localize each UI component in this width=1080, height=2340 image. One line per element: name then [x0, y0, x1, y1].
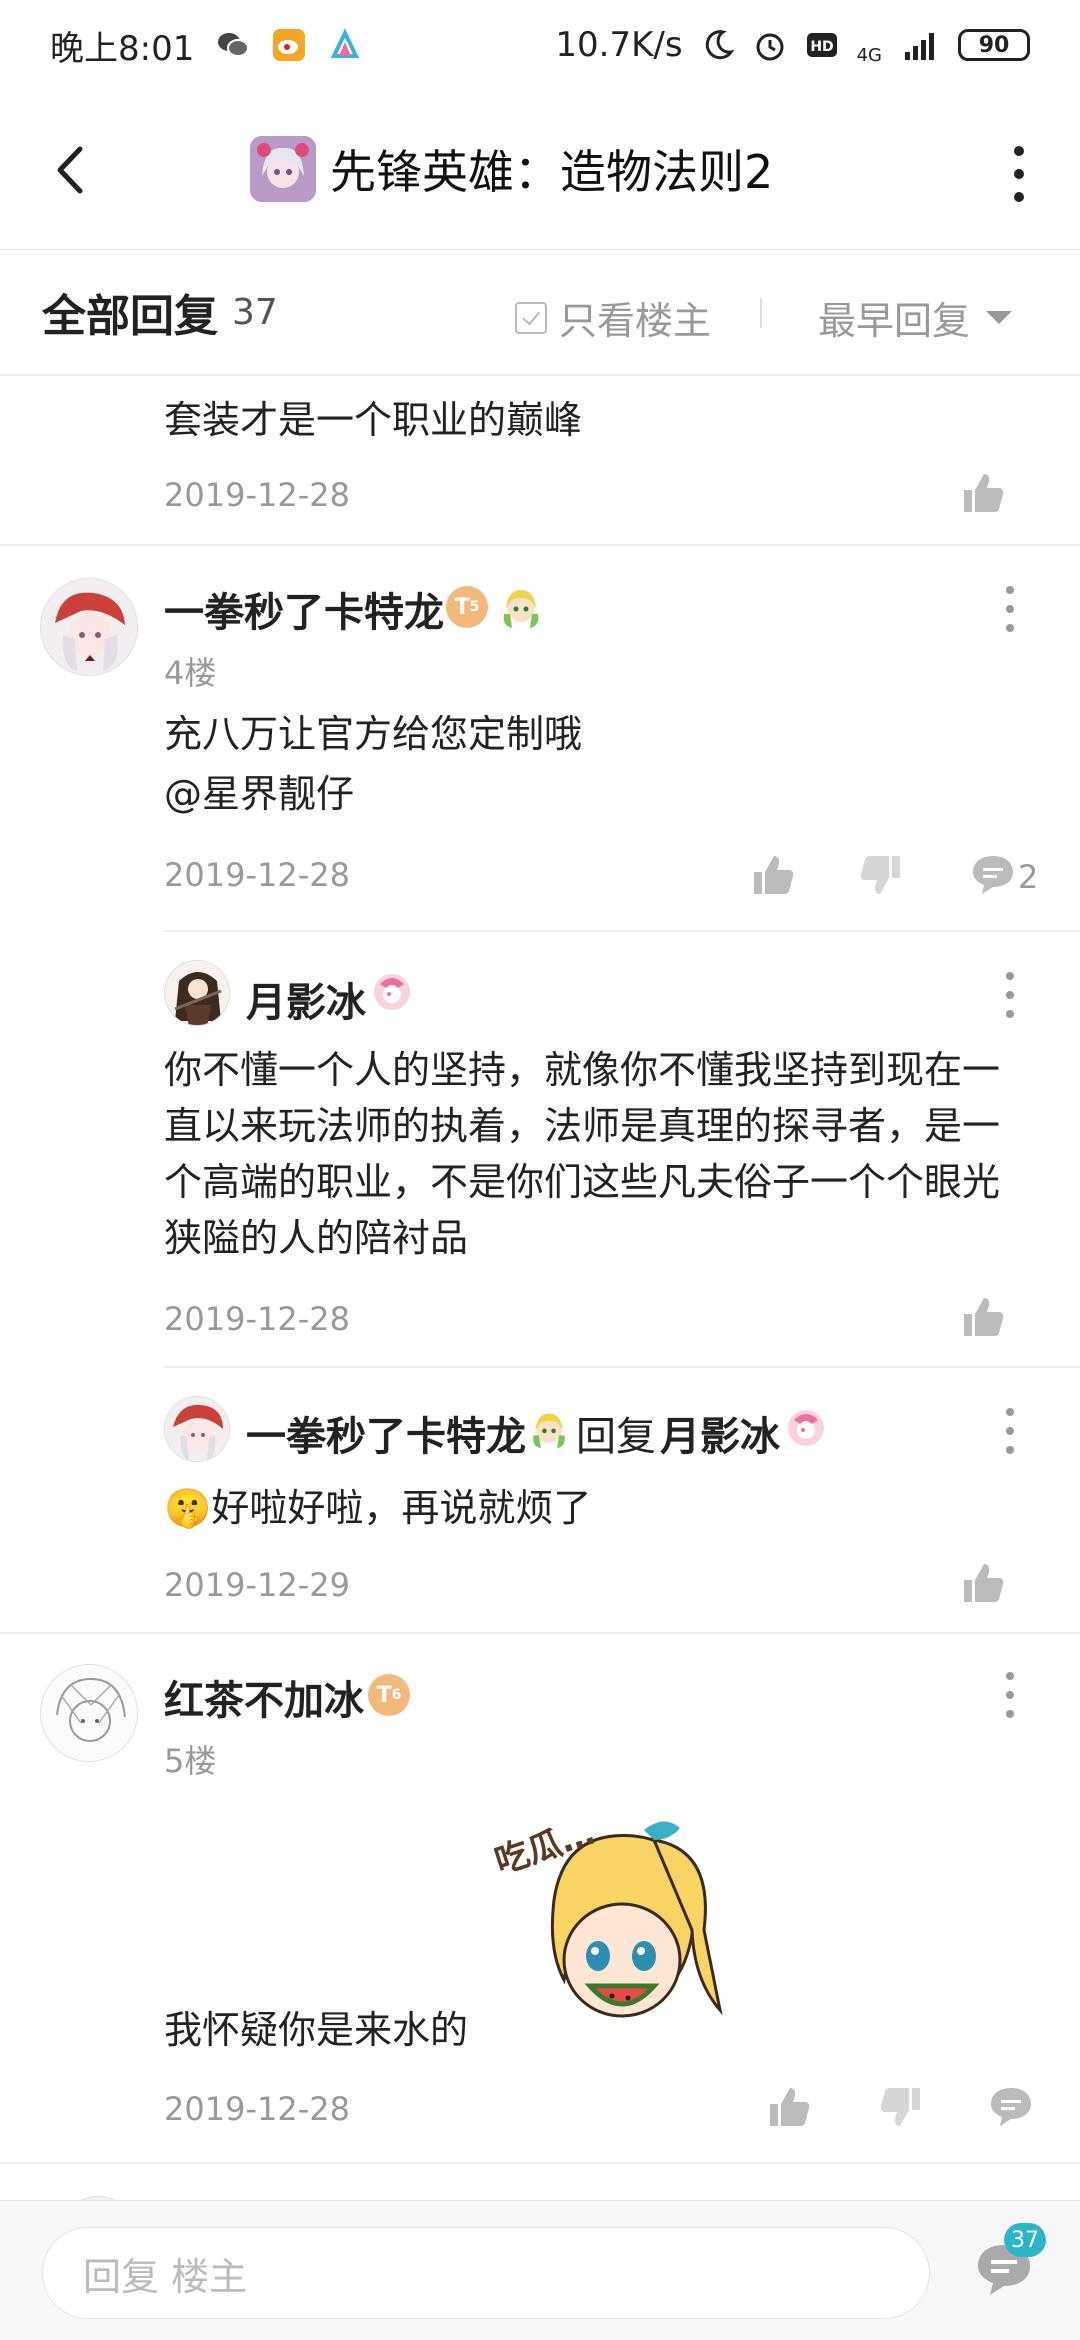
network-type: 4G	[856, 45, 882, 66]
caret-down-icon	[986, 311, 1013, 324]
like-icon[interactable]	[960, 470, 1006, 516]
reply-text-row: 🤫 好啦好啦，再说就烦了	[164, 1480, 591, 1536]
dislike-icon[interactable]	[878, 2084, 924, 2130]
post-text: 套装才是一个职业的巅峰	[164, 398, 583, 442]
bottom-reply-bar: 回复 楼主 37	[0, 2200, 1080, 2340]
like-icon[interactable]	[766, 2084, 812, 2130]
reply-date: 2019-12-29	[164, 1566, 350, 1604]
like-icon[interactable]	[960, 1294, 1006, 1340]
post-text: 充八万让官方给您定制哦	[164, 712, 583, 756]
like-icon[interactable]	[750, 852, 796, 898]
floor-number: 4楼	[164, 654, 217, 692]
level-badge: T6	[368, 1674, 410, 1716]
hd-icon: HD	[806, 33, 837, 57]
reply-to-user[interactable]: 月影冰	[660, 1404, 780, 1462]
post-options-button[interactable]	[1000, 586, 1020, 632]
comment-icon[interactable]	[970, 852, 1016, 898]
post-date: 2019-12-28	[164, 856, 350, 894]
character-badge-icon	[533, 1413, 565, 1449]
reply-text: 你不懂一个人的坚持，就像你不懂我坚持到现在一直以来玩法师的执着，法师是真理的探寻…	[164, 1048, 1001, 1260]
post-date: 2019-12-28	[164, 2090, 350, 2128]
weibo-icon	[273, 29, 306, 61]
character-badge-icon	[503, 590, 539, 628]
reply-options-button[interactable]	[1000, 972, 1020, 1018]
back-arrow-icon	[57, 146, 83, 194]
floor-number: 5楼	[164, 1742, 217, 1780]
sub-divider	[164, 1366, 1080, 1368]
character-badge-icon	[788, 1410, 824, 1446]
alarm-icon	[756, 33, 784, 61]
more-dot-icon	[1014, 146, 1024, 156]
game-title[interactable]: 先锋英雄：造物法则2	[250, 136, 773, 202]
comment-count-badge: 37	[1004, 2223, 1046, 2257]
status-time: 晚上8:01	[50, 28, 195, 69]
avatar[interactable]	[164, 1396, 230, 1462]
section-divider	[0, 2162, 1080, 2164]
wechat-icon	[218, 33, 250, 57]
status-bar: 晚上8:01 10.7K/s HD 4G 90	[0, 0, 1080, 90]
svg-text:HD: HD	[810, 39, 833, 55]
section-divider	[0, 1632, 1080, 1634]
shush-emoji-icon: 🤫	[164, 1486, 212, 1530]
reply-text: 好啦好啦，再说就烦了	[211, 1486, 592, 1530]
game-avatar	[250, 136, 316, 202]
more-options-button[interactable]	[1004, 146, 1034, 202]
mention-link[interactable]: @星界靓仔	[164, 766, 354, 822]
signal-icon	[905, 33, 934, 60]
post-text: 我怀疑你是来水的	[164, 2008, 469, 2052]
sort-label: 最早回复	[818, 299, 971, 343]
username[interactable]: 红茶不加冰	[164, 1668, 364, 1726]
comment-icon[interactable]	[988, 2084, 1034, 2130]
comment-count: 2	[1018, 858, 1039, 896]
only-host-toggle[interactable]: 只看楼主	[515, 290, 711, 345]
reply-label: 回复	[576, 1414, 656, 1460]
reply-count: 37	[232, 291, 278, 333]
username[interactable]: 一拳秒了卡特龙	[246, 1404, 526, 1462]
post-options-button[interactable]	[1000, 1672, 1020, 1718]
watermelon-sticker: 吃瓜…	[490, 1810, 724, 2050]
page-title: 先锋英雄：造物法则2	[330, 145, 774, 199]
moon-icon	[705, 30, 734, 60]
only-host-label: 只看楼主	[559, 299, 712, 343]
net-speed: 10.7K/s	[555, 25, 683, 65]
avatar[interactable]	[40, 1664, 138, 1762]
app-notification-icon	[331, 28, 360, 58]
level-badge: T5	[446, 586, 488, 628]
sub-divider	[164, 930, 1080, 932]
reply-options-button[interactable]	[1000, 1408, 1020, 1454]
reply-input[interactable]: 回复 楼主	[42, 2227, 930, 2319]
avatar[interactable]	[164, 960, 230, 1026]
avatar[interactable]	[40, 578, 138, 676]
like-icon[interactable]	[960, 1560, 1006, 1606]
section-divider	[0, 544, 1080, 546]
username[interactable]: 月影冰	[246, 970, 366, 1028]
divider	[760, 298, 762, 328]
dislike-icon[interactable]	[858, 852, 904, 898]
reply-date: 2019-12-28	[164, 1300, 350, 1338]
post-date: 2019-12-28	[164, 476, 350, 514]
sort-dropdown[interactable]: 最早回复	[818, 290, 1013, 345]
all-replies-label: 全部回复	[42, 291, 218, 342]
character-badge-icon	[374, 974, 410, 1010]
replies-filter-bar: 全部回复 37 只看楼主 最早回复	[0, 250, 1080, 376]
top-nav-bar: 先锋英雄：造物法则2	[0, 90, 1080, 250]
username[interactable]: 一拳秒了卡特龙	[164, 580, 444, 638]
back-button[interactable]	[40, 140, 100, 200]
battery-indicator: 90	[958, 29, 1030, 61]
checkbox-icon	[515, 301, 547, 334]
